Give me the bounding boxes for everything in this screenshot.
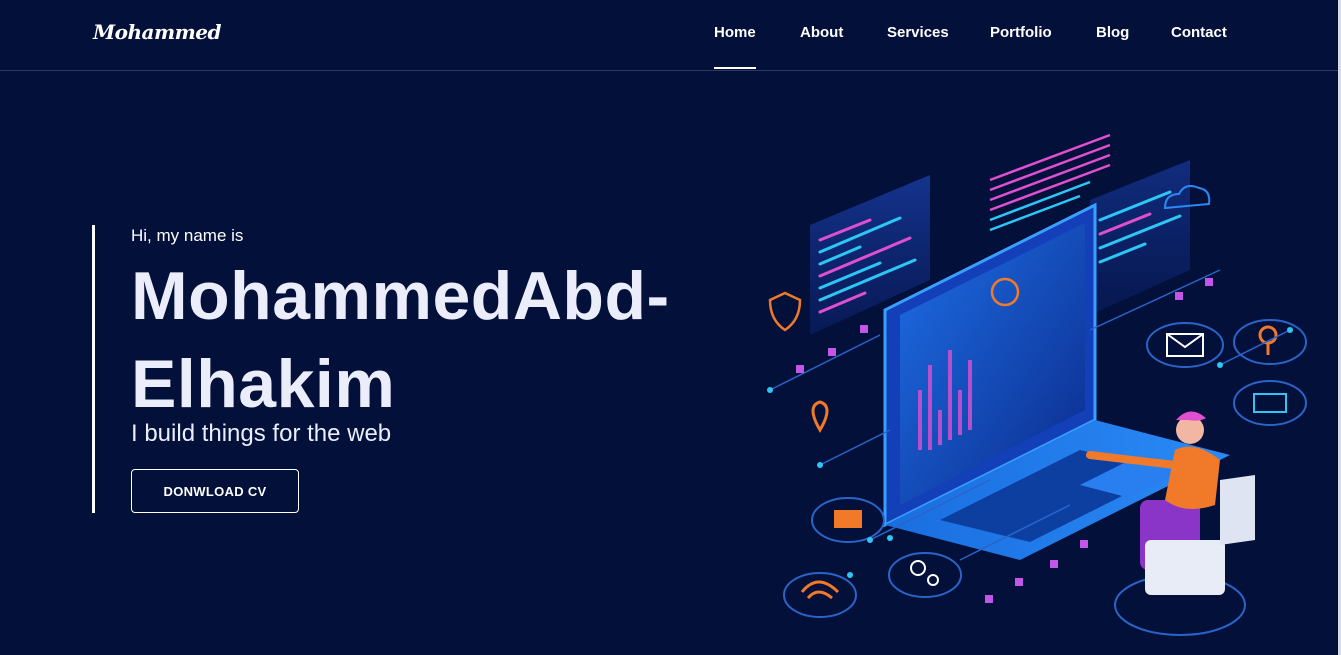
- nav-link-services[interactable]: Services: [887, 24, 949, 41]
- shield-icon: [768, 291, 802, 332]
- download-cv-button[interactable]: DONWLOAD CV: [131, 469, 299, 513]
- settings-gears-icon: [888, 552, 962, 598]
- hero-name: MohammedAbd-Elhakim: [131, 258, 670, 422]
- nav-link-about[interactable]: About: [800, 24, 843, 41]
- mail-icon: [1146, 322, 1224, 368]
- site-logo[interactable]: Mohammed: [93, 20, 222, 44]
- search-icon: [1233, 319, 1307, 365]
- nav-link-home[interactable]: Home: [714, 24, 756, 69]
- location-pin-icon: [811, 400, 829, 433]
- hero-greeting: Hi, my name is: [131, 226, 244, 245]
- navbar: Mohammed Home About Services Portfolio B…: [0, 0, 1341, 71]
- hero-tagline: I build things for the web: [131, 420, 392, 447]
- nav-link-portfolio[interactable]: Portfolio: [990, 24, 1052, 41]
- code-panel-right: [1090, 160, 1190, 315]
- nav-link-blog[interactable]: Blog: [1096, 24, 1129, 41]
- calendar-icon: [1233, 380, 1307, 426]
- hero-accent-bar: [92, 225, 95, 513]
- developer-laptop-illustration: [767, 133, 1307, 636]
- nav-link-contact[interactable]: Contact: [1171, 24, 1227, 41]
- document-icon: [811, 497, 885, 543]
- wifi-signal-icon: [783, 572, 857, 618]
